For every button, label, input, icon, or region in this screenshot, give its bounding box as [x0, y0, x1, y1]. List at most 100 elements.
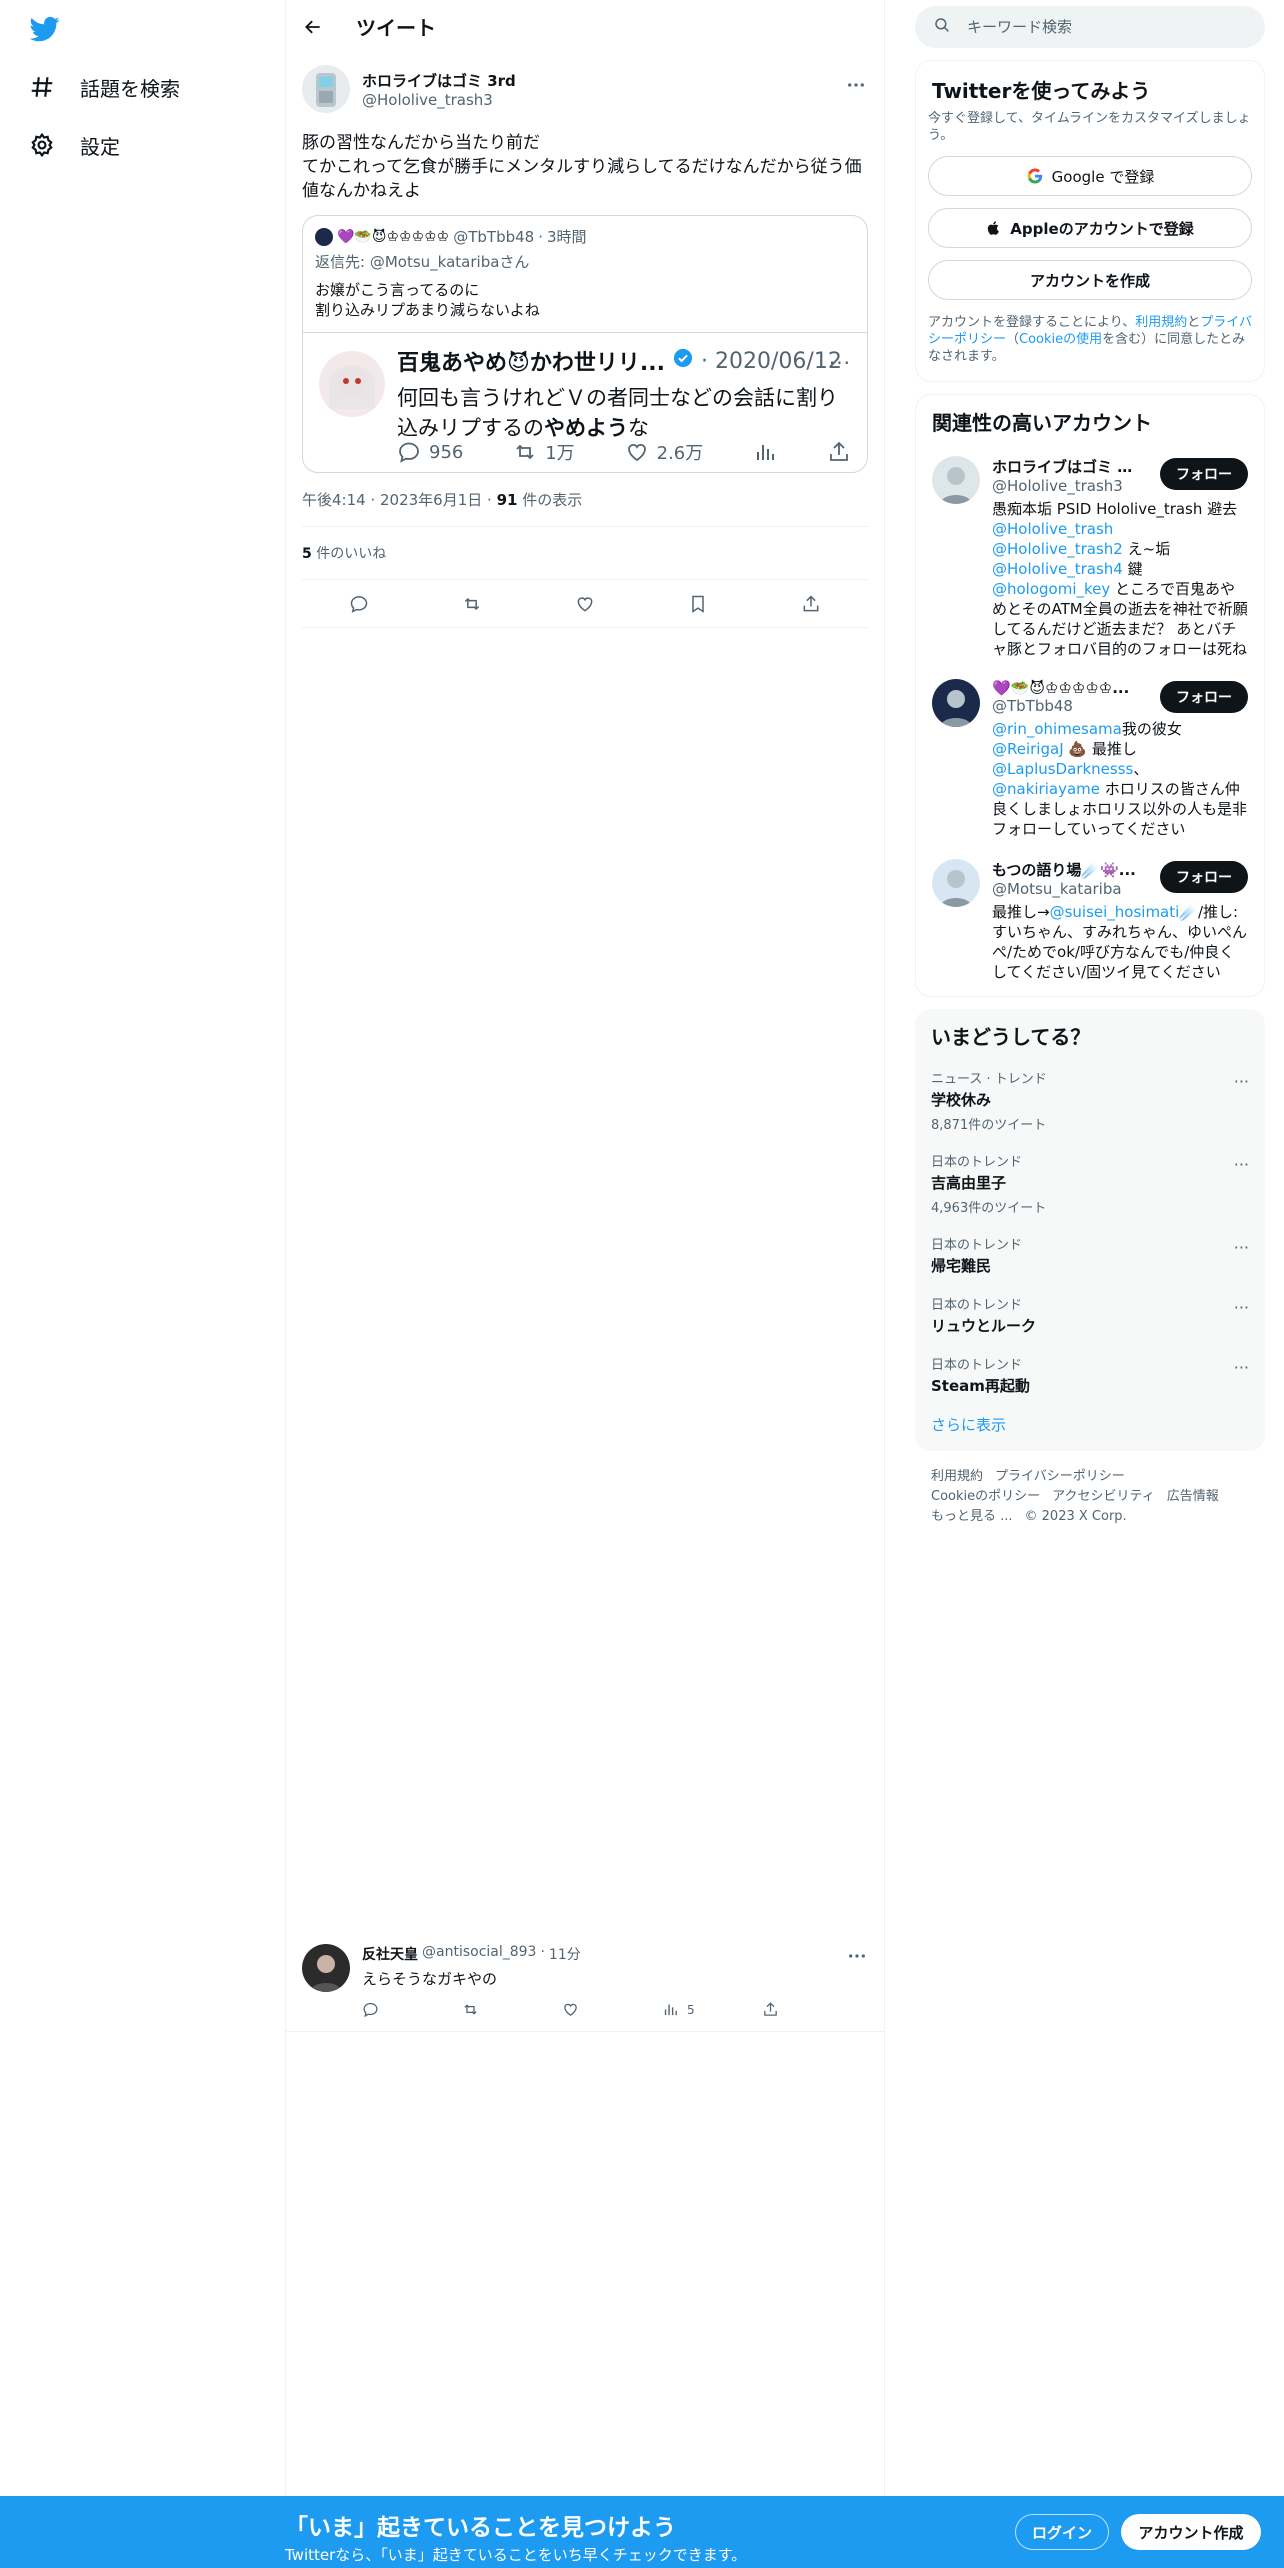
nav-settings[interactable]: 設定 [28, 120, 120, 170]
trend-item[interactable]: 日本のトレンド 吉高由里子 4,963件のツイート ··· [931, 1151, 1249, 1216]
reply-button[interactable] [342, 587, 376, 621]
more-options-icon[interactable]: ··· [1234, 1358, 1249, 1377]
embedded-retweet-button[interactable]: 1万 [513, 439, 575, 465]
apple-signup-button[interactable]: Appleのアカウントで登録 [928, 208, 1252, 248]
reply-text: えらそうなガキやの [362, 1970, 498, 1988]
bookmark-button[interactable] [681, 587, 715, 621]
more-options-icon[interactable]: ··· [1234, 1155, 1249, 1174]
analytics-icon [757, 445, 775, 460]
reply-reply-button[interactable] [362, 2001, 462, 2018]
avatar[interactable] [932, 859, 980, 907]
footer-copyright: © 2023 X Corp. [1024, 1509, 1127, 1524]
trend-name: 学校休み [931, 1091, 992, 1109]
back-arrow-icon[interactable] [302, 16, 324, 38]
footer-terms[interactable]: 利用規約 [931, 1469, 983, 1484]
share-button[interactable] [794, 587, 828, 621]
avatar[interactable] [302, 1944, 350, 1992]
footer-accessibility[interactable]: アクセシビリティ [1052, 1489, 1155, 1504]
related-user-name[interactable]: 💜🥗😈♔♔♔♔♔... [992, 679, 1142, 697]
tweet-author[interactable]: ホロライブはゴミ 3rd @Hololive_trash3 [302, 63, 868, 115]
reply-analytics-button[interactable]: 5 [662, 2001, 762, 2018]
related-user-name[interactable]: もつの語り場☄️👾... [992, 859, 1142, 880]
more-options-icon[interactable] [848, 1944, 866, 1963]
reply-share-button[interactable] [762, 2001, 862, 2018]
footer-privacy[interactable]: プライバシーポリシー [995, 1469, 1125, 1484]
share-icon [830, 441, 848, 461]
footer-cookie[interactable]: Cookieのポリシー [931, 1489, 1040, 1504]
search-input[interactable] [967, 18, 1227, 36]
quote-author-avatar [315, 227, 333, 246]
footer-more[interactable]: もっと見る ... [931, 1509, 1013, 1524]
embedded-share-button[interactable] [827, 440, 851, 464]
signup-button[interactable]: アカウント作成 [1121, 2514, 1261, 2550]
trend-item[interactable]: ニュース · トレンド 学校休み 8,871件のツイート ··· [931, 1068, 1249, 1133]
verified-badge-icon [673, 348, 693, 374]
reply-author-handle[interactable]: @antisocial_893 [422, 1944, 536, 1964]
reply-icon [399, 442, 419, 463]
login-button[interactable]: ログイン [1015, 2514, 1109, 2550]
reply-tweet[interactable]: 反社天皇 @antisocial_893 · 11分 えらそうなガキやの 5 [286, 1930, 884, 2032]
quote-author-handle: @TbTbb48 [453, 227, 535, 246]
trends-title: いまどうしてる？ [931, 1025, 1091, 1049]
follow-button[interactable]: フォロー [1160, 458, 1248, 490]
search-bar[interactable] [915, 6, 1265, 48]
embedded-like-button[interactable]: 2.6万 [625, 439, 703, 465]
quoted-tweet[interactable]: 💜🥗😈♔♔♔♔♔ @TbTbb48 · 3時間 返信先: @Motsu_kata… [302, 215, 868, 473]
reply-time[interactable]: 11分 [549, 1944, 581, 1964]
more-options-icon[interactable]: ··· [1234, 1072, 1249, 1091]
embedded-tweet[interactable]: 百鬼あやめ😈かわ世リリ... · 2020/06/12 ··· 何回も言うけれど… [303, 332, 867, 472]
trend-item[interactable]: 日本のトレンド Steam再起動 ··· [931, 1354, 1249, 1396]
more-options-icon[interactable]: ··· [1234, 1298, 1249, 1317]
related-user-cell[interactable]: ホロライブはゴミ 3rd @Hololive_trash3 愚痴本垢 PSID Ho… [932, 456, 1248, 659]
retweet-button[interactable] [455, 587, 489, 621]
follow-button[interactable]: フォロー [1160, 861, 1248, 893]
trend-name: 帰宅難民 [931, 1257, 992, 1275]
footer-ads[interactable]: 広告情報 [1167, 1489, 1219, 1504]
trend-context: 日本のトレンド [931, 1238, 1023, 1253]
related-user-cell[interactable]: 💜🥗😈♔♔♔♔♔... @TbTbb48 @rin_ohimesama我の彼女 @R… [932, 679, 1248, 839]
trend-name: リュウとルーク [931, 1317, 1037, 1335]
terms-link[interactable]: 利用規約 [1135, 315, 1187, 330]
hashtag-icon [28, 73, 56, 101]
twitter-logo-icon[interactable] [28, 14, 62, 44]
show-more-link[interactable]: さらに表示 [931, 1414, 1249, 1435]
bookmark-icon [692, 595, 704, 613]
author-name[interactable]: ホロライブはゴミ 3rd [362, 70, 516, 91]
share-icon [803, 594, 819, 611]
tweet-action-bar [302, 580, 868, 628]
more-options-icon[interactable]: ··· [1234, 1238, 1249, 1257]
cookie-link[interactable]: Cookieの使用 [1019, 332, 1102, 347]
likes-count[interactable]: 5 件のいいね [302, 527, 868, 580]
trend-item[interactable]: 日本のトレンド 帰宅難民 ··· [931, 1234, 1249, 1276]
google-signup-button[interactable]: Google で登録 [928, 156, 1252, 196]
avatar[interactable] [932, 679, 980, 727]
nav-explore[interactable]: 話題を検索 [28, 62, 180, 112]
reply-icon [350, 595, 367, 613]
create-account-button[interactable]: アカウントを作成 [928, 260, 1252, 300]
reply-author-name[interactable]: 反社天皇 [362, 1944, 418, 1964]
more-options-icon[interactable] [846, 75, 866, 95]
tweet-timestamp: 午後4:14 · 2023年6月1日 · 91 件の表示 [302, 473, 868, 527]
tweet-text: 豚の習性なんだから当たり前だ てかこれって乞食が勝手にメンタルすり減らしてるだけ… [302, 133, 862, 201]
reply-retweet-button[interactable] [462, 2001, 562, 2018]
related-user-bio: 愚痴本垢 PSID Hololive_trash 避去@Hololive_tra… [992, 500, 1248, 658]
embedded-reply-button[interactable]: 956 [397, 440, 463, 464]
reply-like-button[interactable] [562, 2001, 662, 2018]
author-handle[interactable]: @Hololive_trash3 [362, 91, 516, 109]
search-icon [933, 16, 951, 38]
avatar [319, 351, 385, 417]
related-user-name[interactable]: ホロライブはゴミ 3rd [992, 456, 1142, 477]
like-button[interactable] [568, 587, 602, 621]
apple-icon [988, 221, 1000, 235]
avatar[interactable] [932, 456, 980, 504]
trend-name: Steam再起動 [931, 1377, 1030, 1395]
embedded-analytics-button[interactable] [753, 440, 777, 464]
embedded-more-icon[interactable]: ··· [829, 351, 851, 375]
bottom-bar-subtitle: Twitterなら、「いま」起きていることをいち早くチェックできます。 [285, 2546, 747, 2564]
related-user-cell[interactable]: もつの語り場☄️👾... @Motsu_katariba 最推し→@suisei_h… [932, 859, 1248, 982]
trend-item[interactable]: 日本のトレンド リュウとルーク ··· [931, 1294, 1249, 1336]
bottom-signup-bar: 「いま」起きていることを見つけよう Twitterなら、「いま」起きていることを… [0, 2496, 1284, 2568]
follow-button[interactable]: フォロー [1160, 681, 1248, 713]
avatar[interactable] [302, 65, 350, 113]
share-icon [764, 2002, 777, 2016]
